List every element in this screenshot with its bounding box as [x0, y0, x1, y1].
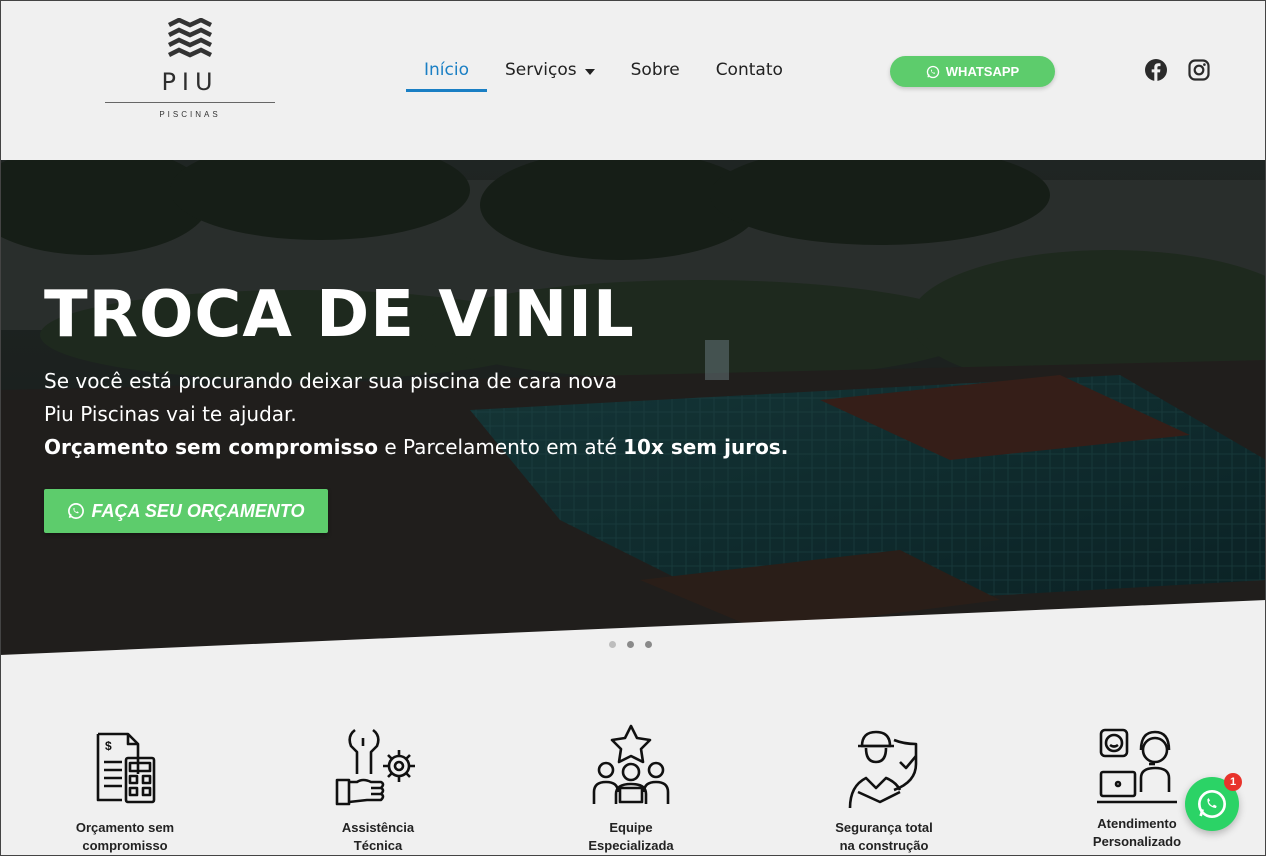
instagram-icon[interactable]	[1187, 58, 1211, 82]
hero-line-offer: Orçamento sem compromisso e Parcelamento…	[44, 435, 789, 459]
quote-button[interactable]: FAÇA SEU ORÇAMENTO	[44, 489, 328, 533]
hero-description: Se você está procurando deixar sua pisci…	[44, 365, 788, 464]
nav-item-servicos[interactable]: Serviços	[487, 52, 613, 92]
budget-calculator-icon: $	[96, 732, 156, 804]
hero-line: Piu Piscinas vai te ajudar.	[44, 402, 297, 426]
logo-subtitle: PISCINAS	[159, 110, 221, 119]
site-header: PIU PISCINAS Início Serviços Sobre Conta…	[0, 0, 1266, 160]
slider-dot[interactable]	[627, 641, 634, 648]
support-agent-icon	[1097, 728, 1177, 804]
hero-line: Se você está procurando deixar sua pisci…	[44, 369, 617, 393]
notification-badge: 1	[1224, 773, 1242, 791]
waves-logo-icon	[168, 18, 212, 58]
slider-dot[interactable]	[645, 641, 652, 648]
main-nav: Início Serviços Sobre Contato	[406, 52, 801, 92]
nav-label: Contato	[715, 60, 783, 80]
logo-divider	[105, 102, 275, 103]
svg-text:$: $	[105, 739, 112, 753]
caret-down-icon	[584, 69, 595, 75]
worker-shield-icon	[848, 730, 918, 809]
slider-dot[interactable]	[609, 641, 616, 648]
team-star-icon	[592, 724, 670, 804]
feature-item: Equipe Especializada	[531, 720, 731, 853]
whatsapp-button[interactable]: WHATSAPP	[890, 56, 1055, 87]
feature-label: Equipe Especializada	[588, 820, 674, 853]
nav-label: Início	[424, 60, 469, 80]
slider-dots	[609, 641, 652, 648]
nav-item-sobre[interactable]: Sobre	[613, 52, 698, 92]
whatsapp-label: WHATSAPP	[945, 64, 1020, 79]
nav-item-contato[interactable]: Contato	[698, 52, 801, 92]
whatsapp-icon	[68, 503, 85, 519]
feature-label: Assistência Técnica	[341, 820, 415, 853]
logo[interactable]: PIU PISCINAS	[104, 16, 276, 124]
feature-item: $ Orçamento sem compromisso	[25, 720, 225, 853]
hero-slider: TROCA DE VINIL Se você está procurando d…	[0, 160, 1266, 655]
whatsapp-icon	[1198, 790, 1226, 818]
feature-item: Assistência Técnica	[278, 720, 478, 853]
quote-button-label: FAÇA SEU ORÇAMENTO	[91, 500, 305, 521]
feature-label: Orçamento sem compromisso	[75, 820, 175, 853]
nav-label: Serviços	[504, 60, 577, 80]
facebook-icon[interactable]	[1144, 58, 1168, 82]
nav-item-inicio[interactable]: Início	[406, 52, 487, 92]
feature-item: Segurança total na construção	[784, 720, 984, 853]
whatsapp-icon	[926, 65, 939, 78]
logo-brand: PIU	[161, 68, 219, 96]
nav-label: Sobre	[630, 60, 680, 80]
wrench-gear-icon	[335, 728, 415, 806]
feature-label: Segurança total na construção	[835, 820, 933, 853]
hero-title: TROCA DE VINIL	[44, 278, 635, 352]
